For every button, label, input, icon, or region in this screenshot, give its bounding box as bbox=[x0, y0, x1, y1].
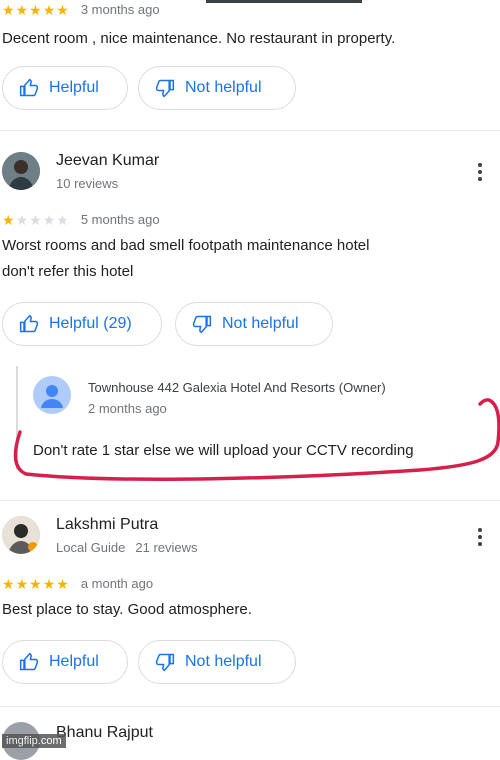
star-rating: ★ ★ ★ ★ ★ bbox=[2, 3, 69, 17]
star-icon: ★ bbox=[2, 575, 15, 592]
star-icon: ★ bbox=[42, 1, 56, 18]
thumbs-down-icon bbox=[155, 653, 175, 672]
review-age: 5 months ago bbox=[80, 212, 160, 227]
red-annotation-mark bbox=[13, 398, 500, 481]
reviewer-meta: Local Guide 21 reviews bbox=[56, 540, 198, 555]
review-text: Decent room , nice maintenance. No resta… bbox=[2, 30, 396, 47]
star-icon: ★ bbox=[15, 575, 29, 592]
avatar[interactable] bbox=[2, 516, 40, 554]
watermark: imgflip.com bbox=[2, 734, 66, 748]
more-options-icon[interactable] bbox=[477, 528, 483, 549]
star-icon: ★ bbox=[15, 211, 29, 228]
star-icon: ★ bbox=[29, 575, 42, 592]
not-helpful-label: Not helpful bbox=[185, 653, 262, 670]
not-helpful-button[interactable]: Not helpful bbox=[138, 66, 296, 110]
more-options-icon[interactable] bbox=[477, 163, 483, 184]
star-icon: ★ bbox=[29, 1, 42, 18]
not-helpful-button[interactable]: Not helpful bbox=[138, 640, 296, 684]
helpful-button[interactable]: Helpful bbox=[2, 66, 128, 110]
not-helpful-button[interactable]: Not helpful bbox=[175, 302, 333, 346]
not-helpful-label: Not helpful bbox=[185, 79, 262, 96]
helpful-button[interactable]: Helpful bbox=[2, 640, 128, 684]
reviewer-name[interactable]: Lakshmi Putra bbox=[56, 516, 158, 534]
thumbs-up-icon bbox=[19, 314, 39, 333]
review-text-line-1: Worst rooms and bad smell footpath maint… bbox=[2, 237, 370, 254]
star-icon: ★ bbox=[2, 1, 15, 18]
top-bar bbox=[206, 0, 362, 3]
thumbs-down-icon bbox=[155, 79, 175, 98]
helpful-button[interactable]: Helpful (29) bbox=[2, 302, 162, 346]
review-rating: ★ ★ ★ ★ ★ 3 months ago bbox=[2, 2, 160, 17]
helpful-label: Helpful (29) bbox=[49, 315, 132, 332]
star-icon: ★ bbox=[42, 211, 56, 228]
star-rating: ★ ★ ★ ★ ★ bbox=[2, 213, 69, 227]
review-rating: ★ ★ ★ ★ ★ a month ago bbox=[2, 576, 153, 591]
divider bbox=[0, 500, 500, 501]
reviewer-name[interactable]: Jeevan Kumar bbox=[56, 152, 159, 170]
helpful-label: Helpful bbox=[49, 653, 99, 670]
review-age: a month ago bbox=[80, 576, 154, 591]
helpful-label: Helpful bbox=[49, 79, 99, 96]
star-icon: ★ bbox=[15, 1, 29, 18]
star-icon: ★ bbox=[56, 1, 69, 18]
reviewer-meta: 10 reviews bbox=[56, 176, 119, 191]
star-icon: ★ bbox=[56, 211, 69, 228]
not-helpful-label: Not helpful bbox=[222, 315, 299, 332]
review-text: Best place to stay. Good atmosphere. bbox=[2, 601, 252, 618]
star-icon: ★ bbox=[42, 575, 56, 592]
divider bbox=[0, 706, 500, 707]
divider bbox=[0, 130, 500, 131]
review-age: 3 months ago bbox=[80, 2, 160, 17]
star-icon: ★ bbox=[56, 575, 69, 592]
thumbs-up-icon bbox=[19, 652, 39, 671]
avatar[interactable] bbox=[2, 152, 40, 190]
review-rating: ★ ★ ★ ★ ★ 5 months ago bbox=[2, 212, 160, 227]
star-rating: ★ ★ ★ ★ ★ bbox=[2, 577, 69, 591]
reviewer-name[interactable]: Bhanu Rajput bbox=[56, 724, 153, 742]
star-icon: ★ bbox=[29, 211, 42, 228]
review-text-line-2: don't refer this hotel bbox=[2, 263, 134, 280]
thumbs-up-icon bbox=[19, 78, 39, 97]
thumbs-down-icon bbox=[192, 315, 212, 334]
star-icon: ★ bbox=[2, 211, 15, 228]
review-count: 21 reviews bbox=[135, 540, 198, 555]
local-guide-badge: Local Guide bbox=[56, 540, 126, 555]
